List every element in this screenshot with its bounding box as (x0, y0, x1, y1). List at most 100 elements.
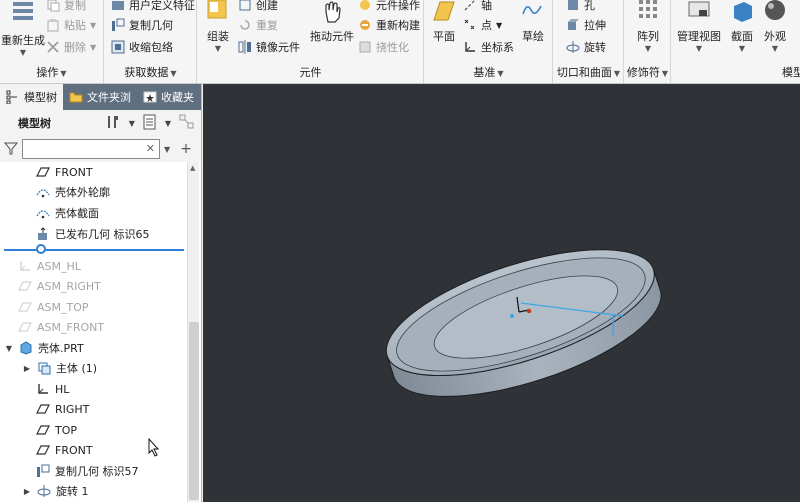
tree-item[interactable]: ▼ 壳体.PRT (4, 338, 84, 358)
assemble-dropdown-icon[interactable]: ▼ (202, 44, 234, 53)
tree-item[interactable]: 壳体外轮廓 (36, 182, 110, 202)
tree-item-label: ASM_RIGHT (37, 279, 101, 293)
appearance-icon (765, 0, 785, 20)
tree-item[interactable]: ASM_FRONT (18, 317, 104, 337)
flexible-button[interactable]: 挠性化 (358, 38, 409, 56)
show-menu-icon[interactable] (143, 114, 157, 133)
tree-item[interactable]: 复制几何 标识57 (36, 461, 139, 481)
sketch-button[interactable]: 草绘 (517, 0, 549, 44)
create-button[interactable]: 创建 (238, 0, 278, 14)
tree-item[interactable]: ▶ 旋转 1 (22, 481, 89, 501)
tree-item[interactable]: ASM_RIGHT (18, 276, 101, 296)
tree-item[interactable]: ASM_HL (18, 256, 81, 276)
appearance-dropdown-icon[interactable]: ▼ (760, 44, 790, 53)
copy-button[interactable]: 复制 (46, 0, 86, 14)
expand-icon[interactable]: ▶ (22, 364, 32, 373)
regenerate-button[interactable]: 重新生成 ▼ (0, 0, 46, 57)
tree-item[interactable]: TOP (36, 420, 77, 440)
csys-icon (18, 259, 32, 273)
graphics-viewport[interactable] (203, 84, 800, 502)
tree-item[interactable]: ASM_TOP (18, 297, 89, 317)
tree-item[interactable]: 已发布几何 标识65 (36, 224, 150, 244)
revolve-label: 旋转 (584, 41, 606, 54)
show-dropdown-icon[interactable]: ▼ (165, 119, 171, 128)
paste-label: 粘贴 (64, 19, 86, 32)
regenerate-dropdown-icon[interactable]: ▼ (0, 48, 46, 57)
assemble-button[interactable]: 组装 ▼ (202, 0, 234, 53)
pattern-button[interactable]: 阵列 ▼ (629, 0, 667, 53)
tree-item[interactable]: ▶ 主体 (1) (22, 358, 97, 378)
tree-filter-icon[interactable] (179, 114, 195, 133)
settings-wrench-icon[interactable] (105, 114, 121, 133)
rebuild-button[interactable]: 重新构建 (358, 16, 420, 34)
search-dropdown-icon[interactable]: ▼ (164, 145, 170, 154)
flexible-label: 挠性化 (376, 41, 409, 54)
datum-plane-icon (18, 279, 32, 293)
mirror-component-label: 镜像元件 (256, 41, 300, 54)
point-button[interactable]: 点 ▼ (463, 16, 502, 34)
group-cut-surface: 孔 拉伸 旋转 切口和曲面 ▼ (554, 0, 624, 83)
appearance-button[interactable]: 外观 ▼ (760, 0, 790, 53)
scroll-up-icon[interactable]: ▲ (190, 164, 195, 172)
regenerate-icon (13, 2, 33, 20)
component-operations-label: 元件操作 (376, 0, 420, 12)
section-button[interactable]: 截面 ▼ (726, 0, 758, 53)
copy-geometry-button[interactable]: 复制几何 (111, 16, 173, 34)
tree-item[interactable]: FRONT (36, 162, 93, 182)
group-operations-label[interactable]: 操作 ▼ (0, 64, 103, 80)
group-operations: 重新生成 ▼ 复制 粘贴 ▼ 删除 ▼ 操作 ▼ (0, 0, 104, 83)
delete-button[interactable]: 删除 ▼ (46, 38, 96, 56)
collapse-icon[interactable]: ▼ (4, 344, 14, 353)
manage-views-button[interactable]: 管理视图 ▼ (676, 0, 722, 53)
csys-icon (463, 40, 477, 54)
extrude-button[interactable]: 拉伸 (566, 16, 606, 34)
section-dropdown-icon[interactable]: ▼ (726, 44, 758, 53)
clear-search-icon[interactable]: ✕ (146, 142, 155, 155)
udf-button[interactable]: 用户定义特征 (111, 0, 195, 14)
axis-button[interactable]: 轴 (463, 0, 492, 14)
search-input[interactable] (23, 140, 143, 158)
udf-icon (111, 0, 125, 12)
group-modifiers-label[interactable]: 修饰符 ▼ (625, 64, 670, 80)
tree-item[interactable]: 壳体截面 (36, 203, 99, 223)
hand-icon (325, 1, 341, 23)
group-cut-surface-label[interactable]: 切口和曲面 ▼ (554, 64, 623, 80)
pattern-icon (639, 0, 657, 18)
hole-icon (566, 0, 580, 12)
tree-item[interactable]: HL (36, 379, 69, 399)
shrinkwrap-button[interactable]: 收缩包络 (111, 38, 173, 56)
revolve-icon (566, 40, 580, 54)
tree-scrollbar[interactable]: ▲ (187, 162, 199, 502)
tree-item-label: 已发布几何 标识65 (55, 228, 150, 241)
plane-button[interactable]: 平面 (429, 0, 459, 44)
tab-folder-browser[interactable]: 文件夹浏 (63, 84, 137, 110)
manage-views-dropdown-icon[interactable]: ▼ (676, 44, 722, 53)
pattern-label: 阵列 (637, 30, 659, 43)
expand-icon[interactable]: ▶ (22, 487, 32, 496)
hole-button[interactable]: 孔 (566, 0, 595, 14)
datum-plane-icon (18, 320, 32, 334)
tree-scrollbar-thumb[interactable] (189, 322, 199, 500)
group-datum-label[interactable]: 基准 ▼ (425, 64, 552, 80)
tab-model-tree[interactable]: 模型树 (0, 84, 63, 110)
drag-component-button[interactable]: 拖动元件 (308, 0, 356, 44)
udf-label: 用户定义特征 (129, 0, 195, 12)
settings-dropdown-icon[interactable]: ▼ (129, 119, 135, 128)
tree-item[interactable]: FRONT (36, 440, 93, 460)
insert-here-line[interactable] (4, 249, 184, 251)
component-operations-button[interactable]: 元件操作 (358, 0, 420, 14)
shell-part[interactable] (372, 224, 675, 423)
tree-item[interactable]: RIGHT (36, 399, 89, 419)
repeat-button[interactable]: 重复 (238, 16, 278, 34)
pattern-dropdown-icon[interactable]: ▼ (629, 44, 667, 53)
insert-here-handle[interactable] (36, 244, 46, 254)
group-model-display: 管理视图 ▼ 截面 ▼ 外观 ▼ 模型 (672, 0, 800, 83)
revolve-button[interactable]: 旋转 (566, 38, 606, 56)
add-filter-icon[interactable]: + (180, 141, 192, 157)
part-icon (19, 341, 33, 355)
tab-favorites[interactable]: 收藏夹 (137, 84, 200, 110)
paste-button[interactable]: 粘贴 ▼ (46, 16, 96, 34)
mirror-component-button[interactable]: 镜像元件 (238, 38, 300, 56)
group-get-data-label[interactable]: 获取数据 ▼ (105, 64, 196, 80)
coordinate-system-button[interactable]: 坐标系 (463, 38, 514, 56)
